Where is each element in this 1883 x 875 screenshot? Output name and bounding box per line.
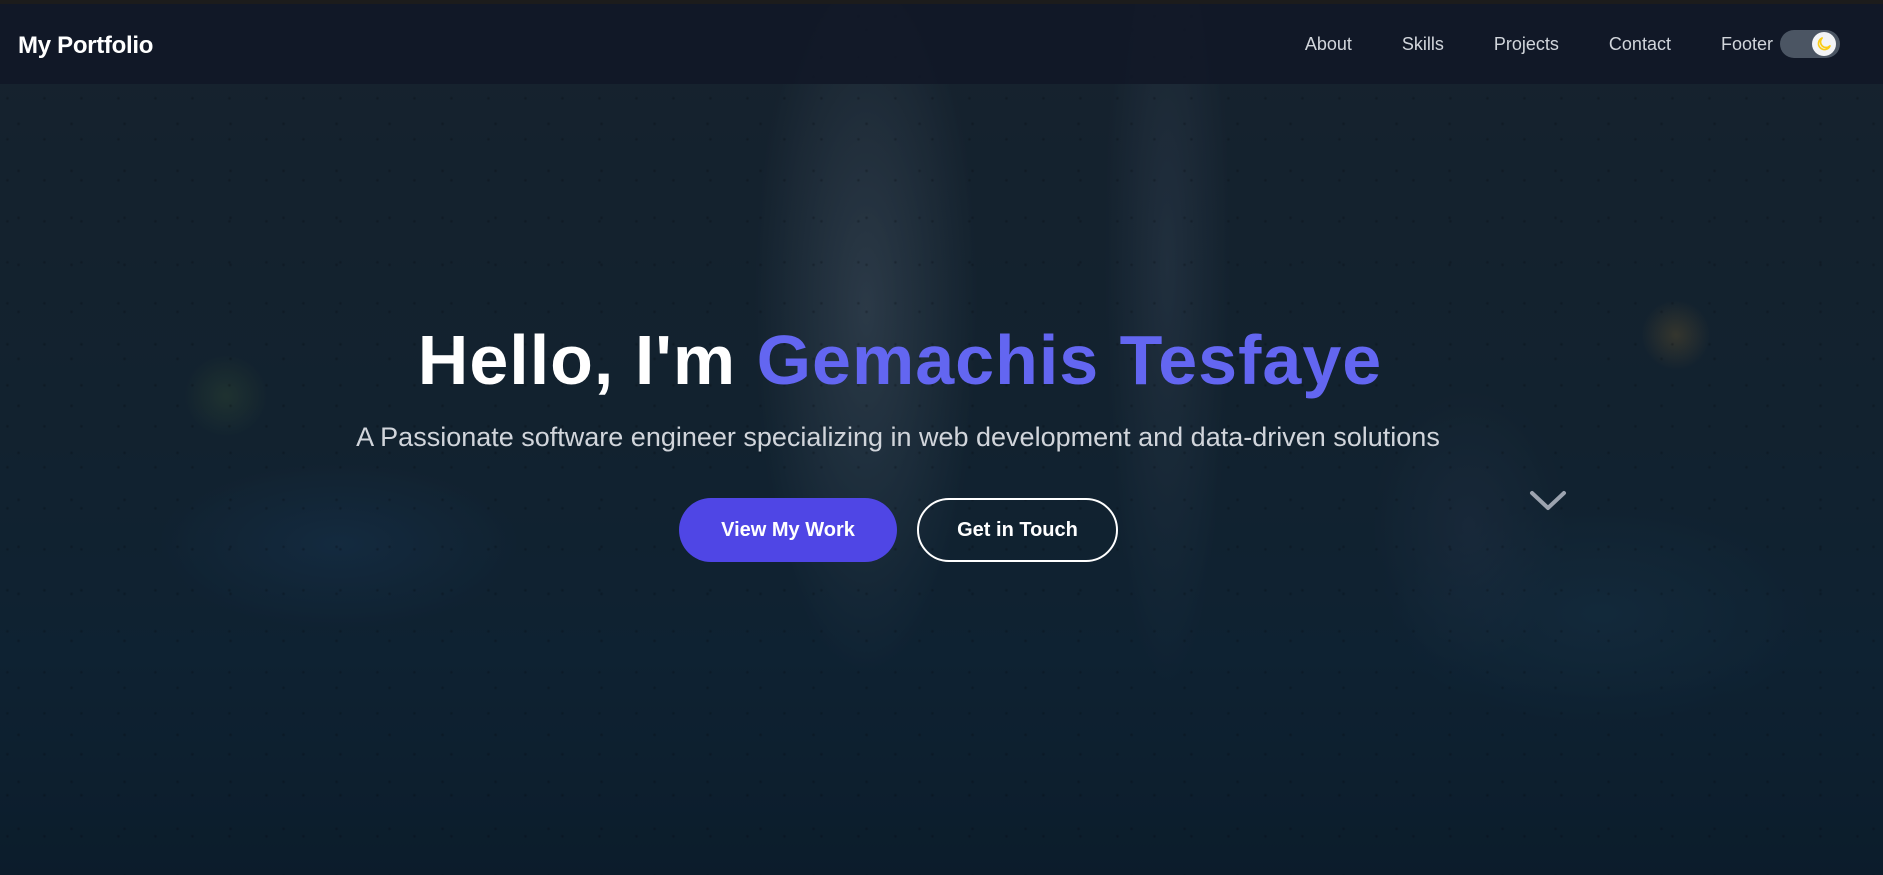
nav-link-projects[interactable]: Projects <box>1494 34 1559 55</box>
hero-name: Gemachis Tesfaye <box>756 321 1383 399</box>
page: My Portfolio About Skills Projects Conta… <box>0 4 1883 875</box>
nav-links: About Skills Projects Contact Footer <box>1305 34 1773 55</box>
brand-logo[interactable]: My Portfolio <box>18 32 153 60</box>
nav-link-footer[interactable]: Footer <box>1721 34 1773 55</box>
hero-subtitle: A Passionate software engineer specializ… <box>356 422 1440 452</box>
toggle-knob <box>1812 32 1836 56</box>
theme-toggle[interactable] <box>1780 30 1840 58</box>
chevron-down-icon[interactable] <box>1528 488 1568 514</box>
navbar: My Portfolio About Skills Projects Conta… <box>0 4 1883 84</box>
hero-title: Hello, I'm Gemachis Tesfaye <box>0 320 1800 400</box>
nav-link-skills[interactable]: Skills <box>1402 34 1444 55</box>
nav-link-about[interactable]: About <box>1305 34 1352 55</box>
hero-greeting: Hello, I'm <box>417 321 737 399</box>
view-my-work-button[interactable]: View My Work <box>679 498 897 562</box>
get-in-touch-button[interactable]: Get in Touch <box>917 498 1118 562</box>
nav-link-contact[interactable]: Contact <box>1609 34 1671 55</box>
moon-icon <box>1817 37 1831 51</box>
